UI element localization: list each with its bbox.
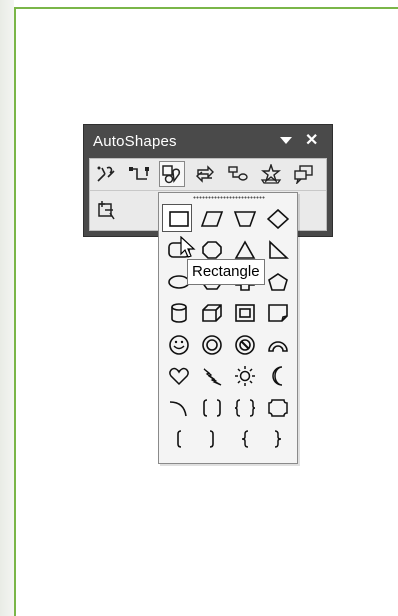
right-bracket-icon[interactable] [195,424,228,456]
smiley-face-icon[interactable] [162,329,195,361]
no-symbol-icon[interactable] [228,329,261,361]
workspace-background [0,0,14,616]
plaque-icon[interactable] [261,392,294,424]
flowchart-icon[interactable] [225,161,251,187]
bevel-icon[interactable] [228,298,261,330]
folded-corner-icon[interactable] [261,298,294,330]
moon-icon[interactable] [261,361,294,393]
callouts-icon[interactable] [291,161,317,187]
diamond-icon[interactable] [261,203,294,235]
block-arc-icon[interactable] [261,329,294,361]
double-brace-icon[interactable] [228,392,261,424]
toolbar-row [93,161,324,189]
basic-shapes-icon[interactable] [159,161,185,187]
toolbar-divider [90,190,326,191]
stars-and-banners-icon[interactable] [258,161,284,187]
rectangle-icon[interactable] [162,203,195,235]
parallelogram-icon[interactable] [195,203,228,235]
right-brace-icon[interactable] [261,424,294,456]
palette-drag-handle[interactable] [193,196,265,199]
trapezoid-icon[interactable] [228,203,261,235]
left-brace-icon[interactable] [228,424,261,456]
more-autoshapes-icon[interactable] [93,197,119,223]
block-arrows-icon[interactable] [192,161,218,187]
cube-icon[interactable] [195,298,228,330]
right-triangle-icon[interactable] [261,235,294,267]
close-icon[interactable]: ✕ [305,133,318,149]
heart-icon[interactable] [162,361,195,393]
sun-icon[interactable] [228,361,261,393]
shape-tooltip: Rectangle [187,259,265,285]
toolbar-title: AutoShapes [93,133,177,150]
toolbar-row [93,197,126,225]
pentagon-icon[interactable] [261,266,294,298]
connectors-icon[interactable] [126,161,152,187]
left-bracket-icon[interactable] [162,424,195,456]
arc-icon[interactable] [162,392,195,424]
lines-icon[interactable] [93,161,119,187]
can-icon[interactable] [162,298,195,330]
toolbar-options-dropdown-icon[interactable] [280,137,292,144]
basic-shapes-palette[interactable] [158,192,298,464]
double-bracket-icon[interactable] [195,392,228,424]
lightning-bolt-icon[interactable] [195,361,228,393]
donut-icon[interactable] [195,329,228,361]
